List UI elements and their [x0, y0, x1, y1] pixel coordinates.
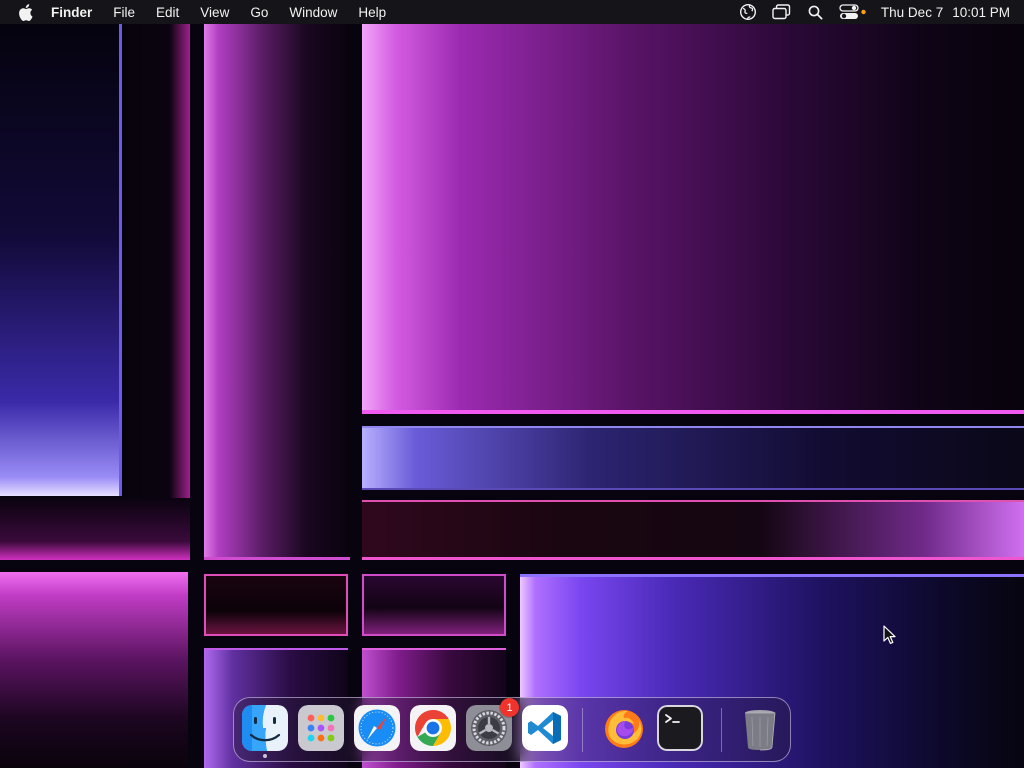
dock-item-launchpad[interactable] — [298, 705, 344, 751]
chrome-icon — [410, 705, 456, 751]
firefox-icon — [601, 705, 647, 751]
terminal-icon — [657, 705, 703, 751]
wallpaper-pane — [122, 24, 190, 559]
wallpaper-pane — [362, 24, 1024, 414]
dock: 1 — [233, 697, 791, 762]
screen-mirroring-icon[interactable] — [771, 2, 793, 22]
wallpaper-pane — [0, 572, 188, 768]
dock-item-chrome[interactable] — [410, 705, 456, 751]
dock-separator — [721, 708, 722, 752]
running-indicator — [263, 754, 267, 758]
wallpaper-pane — [362, 426, 1024, 490]
control-center-icon[interactable] — [839, 2, 867, 22]
apple-menu-icon[interactable] — [18, 3, 33, 21]
wallpaper-pane — [362, 500, 1024, 560]
menu-bar: Finder File Edit View Go Window Help Thu… — [0, 0, 1024, 24]
notification-badge: 1 — [500, 698, 519, 717]
wallpaper-pane — [0, 498, 190, 560]
menu-app-name[interactable]: Finder — [51, 5, 92, 20]
clock-time: 10:01 PM — [952, 4, 1010, 20]
menu-view[interactable]: View — [200, 5, 229, 20]
trash-icon — [737, 705, 783, 751]
desktop-wallpaper — [0, 0, 1024, 768]
mouse-pointer-icon — [883, 625, 897, 645]
clock-date: Thu Dec 7 — [880, 4, 944, 20]
dock-item-safari[interactable] — [354, 705, 400, 751]
menu-bar-clock[interactable]: Thu Dec 7 10:01 PM — [881, 5, 1010, 20]
menu-go[interactable]: Go — [250, 5, 268, 20]
dock-item-firefox[interactable] — [601, 705, 647, 751]
wallpaper-pane — [362, 574, 506, 636]
menu-edit[interactable]: Edit — [156, 5, 179, 20]
dock-item-trash[interactable] — [737, 705, 783, 751]
vpn-globe-icon[interactable] — [737, 2, 759, 22]
wallpaper-pane — [204, 24, 350, 560]
menu-file[interactable]: File — [113, 5, 135, 20]
dock-separator — [582, 708, 583, 752]
launchpad-icon — [298, 705, 344, 751]
wallpaper-pane — [0, 24, 122, 496]
dock-item-finder[interactable] — [242, 705, 288, 758]
dock-item-terminal[interactable] — [657, 705, 703, 751]
menu-help[interactable]: Help — [358, 5, 386, 20]
dock-item-vscode[interactable] — [522, 705, 568, 751]
wallpaper-pane — [204, 574, 348, 636]
vscode-icon — [522, 705, 568, 751]
safari-icon — [354, 705, 400, 751]
privacy-indicator-dot — [861, 9, 866, 15]
menu-bar-right: Thu Dec 7 10:01 PM — [725, 0, 1010, 24]
finder-icon — [242, 705, 288, 751]
menu-window[interactable]: Window — [289, 5, 337, 20]
menu-bar-left: Finder File Edit View Go Window Help — [18, 0, 407, 24]
dock-item-system-settings[interactable]: 1 — [466, 698, 519, 751]
spotlight-search-icon[interactable] — [805, 2, 827, 22]
